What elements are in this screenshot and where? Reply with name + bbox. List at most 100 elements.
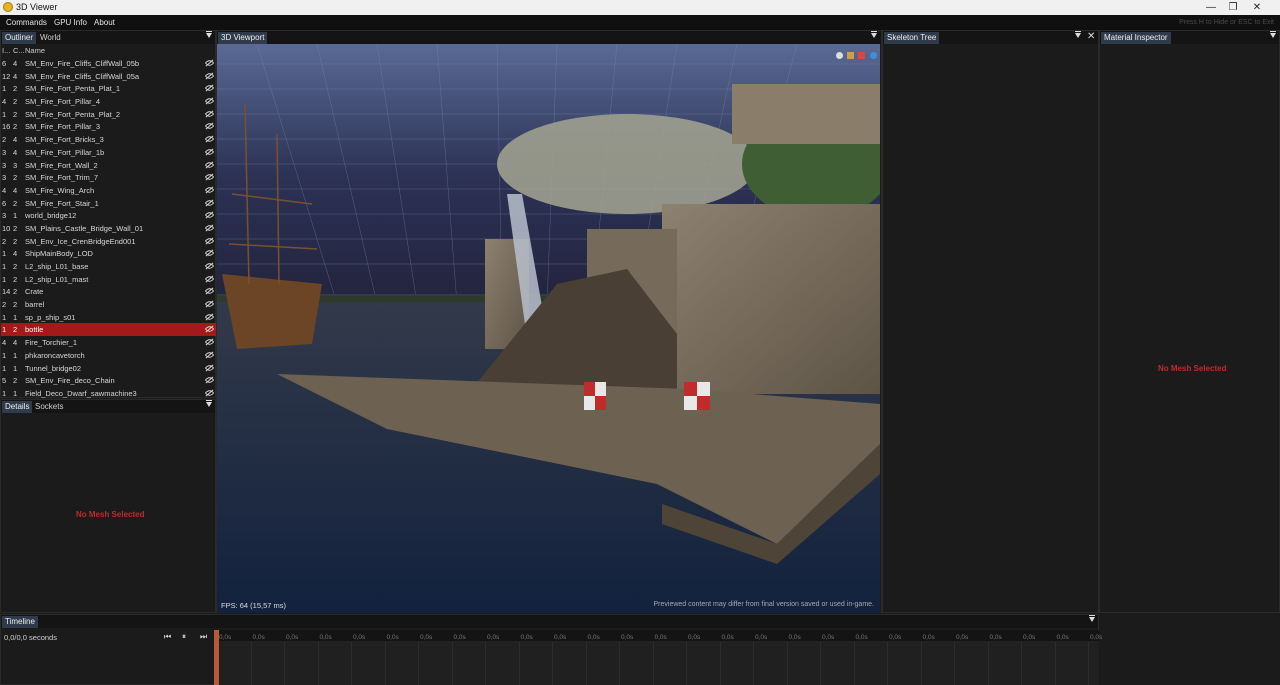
- outliner-row[interactable]: 1 1 Tunnel_bridge02: [1, 362, 217, 375]
- visibility-toggle-icon[interactable]: [204, 186, 215, 194]
- outliner-row[interactable]: 6 2 SM_Fire_Fort_Stair_1: [1, 197, 217, 210]
- visibility-toggle-icon[interactable]: [204, 275, 215, 283]
- row-instances: 3: [2, 160, 7, 170]
- details-empty-message: No Mesh Selected: [76, 510, 145, 519]
- visibility-toggle-icon[interactable]: [204, 351, 215, 359]
- tab-details[interactable]: Details: [2, 401, 33, 413]
- visibility-toggle-icon[interactable]: [204, 122, 215, 130]
- tab-outliner[interactable]: Outliner: [2, 32, 37, 44]
- column-count[interactable]: C...: [13, 46, 25, 55]
- visibility-toggle-icon[interactable]: [204, 97, 215, 105]
- outliner-row[interactable]: 3 1 world_bridge12: [1, 209, 217, 222]
- visibility-toggle-icon[interactable]: [204, 211, 215, 219]
- menu-about[interactable]: About: [94, 18, 115, 27]
- light-icon[interactable]: [847, 52, 855, 59]
- timeline-tick-line: [1021, 642, 1022, 685]
- visibility-toggle-icon[interactable]: [204, 59, 215, 67]
- grid-icon[interactable]: [858, 52, 866, 59]
- menu-commands[interactable]: Commands: [6, 18, 47, 27]
- row-name: L2_ship_L01_mast: [25, 274, 89, 284]
- visibility-toggle-icon[interactable]: [204, 72, 215, 80]
- outliner-row[interactable]: 4 2 SM_Fire_Fort_Pillar_4: [1, 95, 217, 108]
- timeline-track[interactable]: [216, 641, 1099, 685]
- outliner-row[interactable]: 1 2 SM_Fire_Fort_Penta_Plat_1: [1, 82, 217, 95]
- tab-3d-viewport[interactable]: 3D Viewport: [218, 32, 268, 44]
- visibility-toggle-icon[interactable]: [204, 364, 215, 372]
- outliner-row[interactable]: 2 4 SM_Fire_Fort_Bricks_3: [1, 133, 217, 146]
- visibility-toggle-icon[interactable]: [204, 135, 215, 143]
- close-window-button[interactable]: ✕: [1234, 0, 1280, 15]
- outliner-row[interactable]: 1 4 ShipMainBody_LOD: [1, 247, 217, 260]
- tab-timeline[interactable]: Timeline: [2, 616, 38, 628]
- outliner-row[interactable]: 1 1 phkaroncavetorch: [1, 349, 217, 362]
- material-menu-icon[interactable]: [1270, 31, 1276, 38]
- outliner-row[interactable]: 1 2 L2_ship_L01_mast: [1, 273, 217, 286]
- menu-gpu-info[interactable]: GPU Info: [54, 18, 87, 27]
- visibility-toggle-icon[interactable]: [204, 325, 215, 333]
- pause-button[interactable]: ⏸: [182, 632, 186, 642]
- row-instances: 1: [2, 388, 7, 398]
- outliner-row[interactable]: 1 2 L2_ship_L01_base: [1, 260, 217, 273]
- viewport-3d-scene[interactable]: [217, 44, 880, 613]
- row-instances: 12: [2, 71, 11, 81]
- skeleton-close-icon[interactable]: ✕: [1087, 31, 1095, 43]
- outliner-row[interactable]: 16 2 SM_Fire_Fort_Pillar_3: [1, 120, 217, 133]
- details-menu-icon[interactable]: [206, 400, 212, 407]
- outliner-row[interactable]: 1 1 sp_p_ship_s01: [1, 311, 217, 324]
- outliner-row[interactable]: 3 3 SM_Fire_Fort_Wall_2: [1, 159, 217, 172]
- visibility-toggle-icon[interactable]: [204, 199, 215, 207]
- visibility-toggle-icon[interactable]: [204, 287, 215, 295]
- visibility-toggle-icon[interactable]: [204, 313, 215, 321]
- visibility-toggle-icon[interactable]: [204, 173, 215, 181]
- outliner-row[interactable]: 3 2 SM_Fire_Fort_Trim_7: [1, 171, 217, 184]
- timeline-tick-label: 0,0s: [721, 634, 734, 641]
- row-name: SM_Fire_Wing_Arch: [25, 185, 95, 195]
- timeline-tick-line: [954, 642, 955, 685]
- visibility-toggle-icon[interactable]: [204, 110, 215, 118]
- timeline-menu-icon[interactable]: [1089, 615, 1095, 622]
- outliner-row[interactable]: 2 2 SM_Env_Ice_CrenBridgeEnd001: [1, 235, 217, 248]
- tab-material-inspector[interactable]: Material Inspector: [1101, 32, 1171, 44]
- outliner-row[interactable]: 3 4 SM_Fire_Fort_Pillar_1b: [1, 146, 217, 159]
- skip-forward-button[interactable]: ⏭: [200, 632, 207, 642]
- tab-skeleton-tree[interactable]: Skeleton Tree: [884, 32, 940, 44]
- row-instances: 1: [2, 249, 7, 259]
- outliner-row[interactable]: 1 2 SM_Fire_Fort_Penta_Plat_2: [1, 108, 217, 121]
- sphere-icon[interactable]: [869, 52, 877, 59]
- outliner-row[interactable]: 1 2 bottle: [1, 323, 217, 337]
- outliner-menu-icon[interactable]: [206, 31, 212, 38]
- column-instances[interactable]: I...: [2, 46, 10, 55]
- column-name[interactable]: Name: [25, 46, 45, 55]
- outliner-row[interactable]: 5 2 SM_Env_Fire_deco_Chain: [1, 374, 217, 387]
- tab-world[interactable]: World: [37, 32, 64, 44]
- skip-back-button[interactable]: ⏮: [164, 632, 171, 642]
- visibility-toggle-icon[interactable]: [204, 300, 215, 308]
- tab-sockets[interactable]: Sockets: [32, 401, 66, 413]
- outliner-row[interactable]: 4 4 SM_Fire_Wing_Arch: [1, 184, 217, 197]
- outliner-row[interactable]: 1 1 Field_Deco_Dwarf_sawmachine3: [1, 387, 217, 400]
- timeline-playhead[interactable]: [214, 630, 219, 685]
- timeline-tick-label: 0,0s: [922, 634, 935, 641]
- viewport-tabbar: 3D Viewport: [217, 31, 881, 44]
- skeleton-menu-icon[interactable]: [1075, 31, 1081, 38]
- visibility-toggle-icon[interactable]: [204, 389, 215, 397]
- row-count: 2: [13, 97, 18, 107]
- visibility-toggle-icon[interactable]: [204, 338, 215, 346]
- viewport-menu-icon[interactable]: [871, 31, 877, 38]
- visibility-toggle-icon[interactable]: [204, 148, 215, 156]
- visibility-toggle-icon[interactable]: [204, 84, 215, 92]
- outliner-row[interactable]: 2 2 barrel: [1, 298, 217, 311]
- visibility-toggle-icon[interactable]: [204, 224, 215, 232]
- visibility-toggle-icon[interactable]: [204, 237, 215, 245]
- outliner-row[interactable]: 6 4 SM_Env_Fire_Cliffs_CliffWall_05b: [1, 57, 217, 70]
- outliner-tabbar: Outliner World: [1, 31, 215, 44]
- outliner-row[interactable]: 4 4 Fire_Torchier_1: [1, 336, 217, 349]
- camera-icon[interactable]: [836, 52, 843, 59]
- visibility-toggle-icon[interactable]: [204, 161, 215, 169]
- outliner-row[interactable]: 12 4 SM_Env_Fire_Cliffs_CliffWall_05a: [1, 70, 217, 83]
- outliner-row[interactable]: 14 2 Crate: [1, 285, 217, 298]
- visibility-toggle-icon[interactable]: [204, 262, 215, 270]
- outliner-row[interactable]: 10 2 SM_Plains_Castle_Bridge_Wall_01: [1, 222, 217, 235]
- visibility-toggle-icon[interactable]: [204, 376, 215, 384]
- visibility-toggle-icon[interactable]: [204, 249, 215, 257]
